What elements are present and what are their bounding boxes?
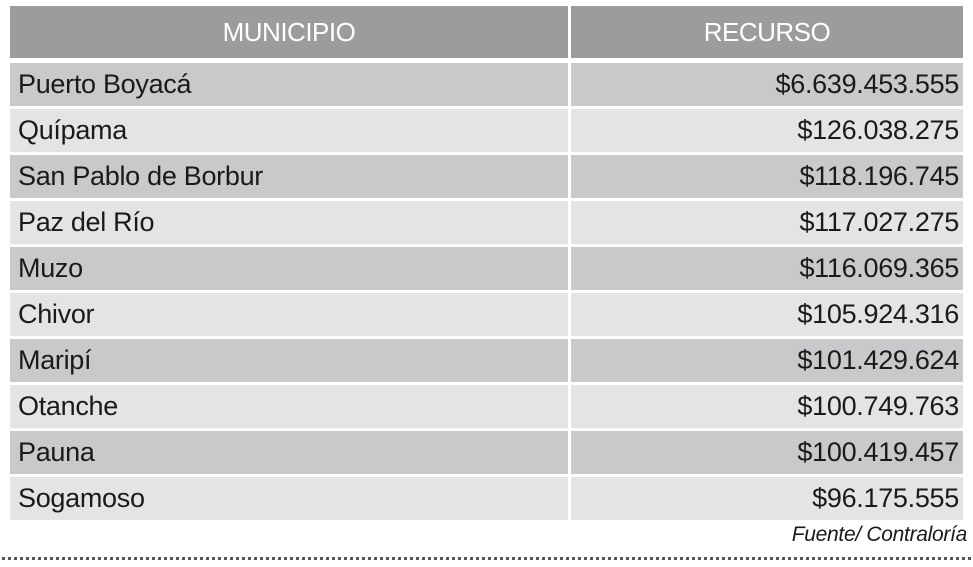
- table-row: Chivor $105.924.316: [10, 290, 963, 336]
- recurso-cell: $126.038.275: [571, 106, 963, 152]
- recurso-cell: $105.924.316: [571, 290, 963, 336]
- resource-table: MUNICIPIO RECURSO Puerto Boyacá $6.639.4…: [10, 6, 963, 520]
- recurso-cell: $101.429.624: [571, 336, 963, 382]
- table-row: Sogamoso $96.175.555: [10, 474, 963, 520]
- resource-table-container: MUNICIPIO RECURSO Puerto Boyacá $6.639.4…: [10, 6, 963, 520]
- municipio-cell: Sogamoso: [10, 474, 571, 520]
- recurso-cell: $6.639.453.555: [571, 58, 963, 106]
- municipio-cell: Otanche: [10, 382, 571, 428]
- municipio-cell: Paz del Río: [10, 198, 571, 244]
- column-header-municipio: MUNICIPIO: [10, 6, 571, 58]
- recurso-cell: $100.749.763: [571, 382, 963, 428]
- municipio-cell: Puerto Boyacá: [10, 58, 571, 106]
- table-row: Maripí $101.429.624: [10, 336, 963, 382]
- column-header-recurso: RECURSO: [571, 6, 963, 58]
- municipio-cell: San Pablo de Borbur: [10, 152, 571, 198]
- table-row: Puerto Boyacá $6.639.453.555: [10, 58, 963, 106]
- municipio-cell: Chivor: [10, 290, 571, 336]
- dotted-divider: [2, 557, 971, 560]
- municipio-cell: Quípama: [10, 106, 571, 152]
- recurso-cell: $100.419.457: [571, 428, 963, 474]
- recurso-cell: $117.027.275: [571, 198, 963, 244]
- municipio-cell: Pauna: [10, 428, 571, 474]
- table-row: Muzo $116.069.365: [10, 244, 963, 290]
- table-row: Paz del Río $117.027.275: [10, 198, 963, 244]
- recurso-cell: $116.069.365: [571, 244, 963, 290]
- table-row: San Pablo de Borbur $118.196.745: [10, 152, 963, 198]
- source-caption: Fuente/ Contraloría: [791, 523, 968, 546]
- table-row: Quípama $126.038.275: [10, 106, 963, 152]
- recurso-cell: $118.196.745: [571, 152, 963, 198]
- municipio-cell: Muzo: [10, 244, 571, 290]
- table-header-row: MUNICIPIO RECURSO: [10, 6, 963, 58]
- table-row: Pauna $100.419.457: [10, 428, 963, 474]
- recurso-cell: $96.175.555: [571, 474, 963, 520]
- table-row: Otanche $100.749.763: [10, 382, 963, 428]
- municipio-cell: Maripí: [10, 336, 571, 382]
